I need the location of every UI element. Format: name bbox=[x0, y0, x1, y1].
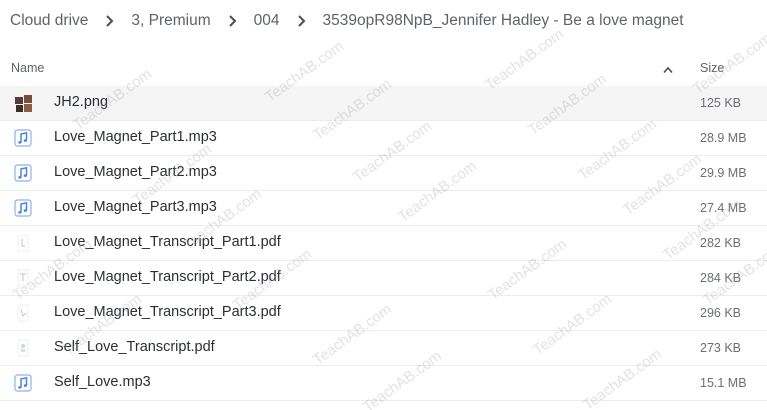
file-row[interactable]: Love_Magnet_Transcript_Part3.pdf 296 KB bbox=[0, 296, 767, 331]
file-list: JH2.png 125 KB Love_Magnet_Part1.mp3 28.… bbox=[0, 86, 767, 401]
size-column-header[interactable]: Size bbox=[700, 61, 724, 75]
file-size: 282 KB bbox=[700, 236, 742, 250]
file-list-header: Name Size bbox=[0, 52, 767, 87]
name-column-header[interactable]: Name bbox=[11, 61, 44, 75]
file-name: Self_Love.mp3 bbox=[54, 374, 151, 390]
audio-file-icon bbox=[14, 164, 32, 182]
chevron-right-icon bbox=[228, 14, 240, 28]
file-row[interactable]: Love_Magnet_Transcript_Part2.pdf 284 KB bbox=[0, 261, 767, 296]
chevron-right-icon bbox=[297, 14, 309, 28]
image-thumbnail-icon bbox=[14, 94, 32, 112]
file-row[interactable]: Love_Magnet_Part2.mp3 29.9 MB bbox=[0, 156, 767, 191]
file-size: 28.9 MB bbox=[700, 131, 747, 145]
file-row[interactable]: JH2.png 125 KB bbox=[0, 86, 767, 121]
file-name: Love_Magnet_Transcript_Part1.pdf bbox=[54, 234, 281, 250]
audio-file-icon bbox=[14, 129, 32, 147]
file-name: Self_Love_Transcript.pdf bbox=[54, 339, 215, 355]
file-row[interactable]: Love_Magnet_Part1.mp3 28.9 MB bbox=[0, 121, 767, 156]
file-name: Love_Magnet_Part1.mp3 bbox=[54, 129, 217, 145]
breadcrumb-current-folder[interactable]: 3539opR98NpB_Jennifer Hadley - Be a love… bbox=[323, 12, 684, 30]
file-size: 125 KB bbox=[700, 96, 742, 110]
file-size: 27.4 MB bbox=[700, 201, 747, 215]
file-size: 273 KB bbox=[700, 341, 742, 355]
pdf-thumbnail-icon bbox=[14, 304, 32, 322]
pdf-thumbnail-icon bbox=[14, 269, 32, 287]
audio-file-icon bbox=[14, 374, 32, 392]
file-name: JH2.png bbox=[54, 94, 109, 110]
breadcrumb-cloud-drive[interactable]: Cloud drive bbox=[10, 12, 88, 30]
sort-ascending-icon[interactable] bbox=[663, 63, 673, 74]
file-row[interactable]: Self_Love_Transcript.pdf 273 KB bbox=[0, 331, 767, 366]
chevron-right-icon bbox=[105, 14, 117, 28]
file-name: Love_Magnet_Transcript_Part3.pdf bbox=[54, 304, 281, 320]
file-row[interactable]: Love_Magnet_Part3.mp3 27.4 MB bbox=[0, 191, 767, 226]
pdf-thumbnail-icon bbox=[14, 339, 32, 357]
file-size: 15.1 MB bbox=[700, 376, 747, 390]
breadcrumb-premium[interactable]: 3, Premium bbox=[131, 12, 210, 30]
file-size: 29.9 MB bbox=[700, 166, 747, 180]
file-name: Love_Magnet_Transcript_Part2.pdf bbox=[54, 269, 281, 285]
file-size: 296 KB bbox=[700, 306, 742, 320]
audio-file-icon bbox=[14, 199, 32, 217]
pdf-thumbnail-icon bbox=[14, 234, 32, 252]
file-size: 284 KB bbox=[700, 271, 742, 285]
breadcrumb: Cloud drive 3, Premium 004 3539opR98NpB_… bbox=[0, 0, 767, 42]
file-name: Love_Magnet_Part2.mp3 bbox=[54, 164, 217, 180]
file-name: Love_Magnet_Part3.mp3 bbox=[54, 199, 217, 215]
file-row[interactable]: Love_Magnet_Transcript_Part1.pdf 282 KB bbox=[0, 226, 767, 261]
breadcrumb-004[interactable]: 004 bbox=[254, 12, 280, 30]
file-row[interactable]: Self_Love.mp3 15.1 MB bbox=[0, 366, 767, 401]
